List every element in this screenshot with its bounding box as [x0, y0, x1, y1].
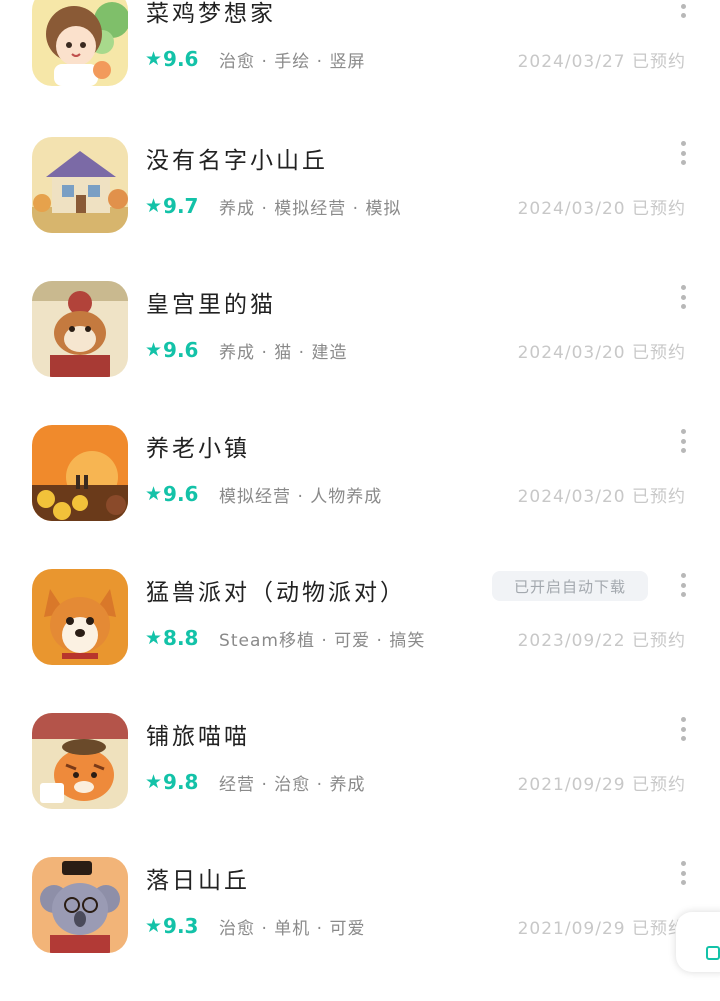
game-title: 菜鸡梦想家	[146, 1, 276, 27]
game-title: 铺旅喵喵	[146, 724, 250, 750]
reservation-list: 菜鸡梦想家 ★ 9.6 治愈 · 手绘 · 竖屏 2024/03/27 已预约 …	[0, 0, 720, 960]
more-options-icon[interactable]	[676, 141, 690, 165]
game-meta: ★ 9.6 模拟经营 · 人物养成	[145, 481, 382, 507]
game-tags: 养成 · 模拟经营 · 模拟	[219, 198, 402, 219]
reserve-date: 2023/09/22 已预约	[517, 631, 686, 651]
more-options-icon[interactable]	[676, 717, 690, 741]
game-title: 皇宫里的猫	[146, 292, 276, 318]
reserve-date: 2021/09/29 已预约	[517, 919, 686, 939]
star-icon: ★	[145, 482, 163, 505]
star-icon: ★	[145, 47, 163, 70]
more-options-icon[interactable]	[676, 285, 690, 309]
more-options-icon[interactable]	[676, 573, 690, 597]
star-icon: ★	[145, 770, 163, 793]
game-score: 9.6	[163, 338, 199, 362]
floating-button-icon	[706, 946, 720, 960]
game-score: 9.6	[163, 482, 199, 506]
reserve-date: 2024/03/20 已预约	[517, 487, 686, 507]
game-score: 8.8	[163, 626, 199, 650]
game-title: 猛兽派对（动物派对）	[146, 580, 406, 606]
more-options-icon[interactable]	[676, 429, 690, 453]
game-row[interactable]: 养老小镇 ★ 9.6 模拟经营 · 人物养成 2024/03/20 已预约	[0, 425, 720, 569]
game-row[interactable]: 菜鸡梦想家 ★ 9.6 治愈 · 手绘 · 竖屏 2024/03/27 已预约	[0, 0, 720, 134]
game-title: 落日山丘	[146, 868, 250, 894]
game-meta: ★ 9.7 养成 · 模拟经营 · 模拟	[145, 193, 401, 219]
game-score: 9.6	[163, 47, 199, 71]
game-meta: ★ 9.6 养成 · 猫 · 建造	[145, 337, 347, 363]
game-tags: 治愈 · 手绘 · 竖屏	[219, 51, 366, 72]
game-row[interactable]: 没有名字小山丘 ★ 9.7 养成 · 模拟经营 · 模拟 2024/03/20 …	[0, 137, 720, 281]
tiger-cat-icon[interactable]	[32, 713, 128, 809]
game-title: 养老小镇	[146, 436, 250, 462]
game-tags: 养成 · 猫 · 建造	[219, 342, 348, 363]
game-meta: ★ 9.6 治愈 · 手绘 · 竖屏	[145, 46, 365, 72]
game-row[interactable]: 铺旅喵喵 ★ 9.8 经营 · 治愈 · 养成 2021/09/29 已预约	[0, 713, 720, 857]
reserve-date: 2024/03/20 已预约	[517, 343, 686, 363]
more-options-icon[interactable]	[676, 0, 690, 18]
palace-cat-icon[interactable]	[32, 281, 128, 377]
star-icon: ★	[145, 626, 163, 649]
sunset-field-icon[interactable]	[32, 425, 128, 521]
auto-download-badge: 已开启自动下载	[492, 571, 648, 601]
star-icon: ★	[145, 194, 163, 217]
game-meta: ★ 9.3 治愈 · 单机 · 可爱	[145, 913, 365, 939]
chibi-girl-icon[interactable]	[32, 0, 128, 86]
reserve-date: 2021/09/29 已预约	[517, 775, 686, 795]
corgi-icon[interactable]	[32, 569, 128, 665]
star-icon: ★	[145, 914, 163, 937]
reserve-date: 2024/03/20 已预约	[517, 199, 686, 219]
game-row[interactable]: 皇宫里的猫 ★ 9.6 养成 · 猫 · 建造 2024/03/20 已预约	[0, 281, 720, 425]
game-score: 9.8	[163, 770, 199, 794]
koala-icon[interactable]	[32, 857, 128, 953]
game-tags: 治愈 · 单机 · 可爱	[219, 918, 366, 939]
cottage-icon[interactable]	[32, 137, 128, 233]
star-icon: ★	[145, 338, 163, 361]
game-meta: ★ 8.8 Steam移植 · 可爱 · 搞笑	[145, 625, 425, 651]
game-score: 9.3	[163, 914, 199, 938]
more-options-icon[interactable]	[676, 861, 690, 885]
game-tags: Steam移植 · 可爱 · 搞笑	[219, 630, 426, 651]
game-tags: 经营 · 治愈 · 养成	[219, 774, 366, 795]
game-title: 没有名字小山丘	[146, 148, 328, 174]
floating-action-button[interactable]	[676, 912, 720, 972]
game-row[interactable]: 猛兽派对（动物派对） 已开启自动下载 ★ 8.8 Steam移植 · 可爱 · …	[0, 569, 720, 713]
game-meta: ★ 9.8 经营 · 治愈 · 养成	[145, 769, 365, 795]
reserve-date: 2024/03/27 已预约	[517, 52, 686, 72]
game-row[interactable]: 落日山丘 ★ 9.3 治愈 · 单机 · 可爱 2021/09/29 已预约	[0, 857, 720, 1001]
game-tags: 模拟经营 · 人物养成	[219, 486, 383, 507]
game-score: 9.7	[163, 194, 199, 218]
